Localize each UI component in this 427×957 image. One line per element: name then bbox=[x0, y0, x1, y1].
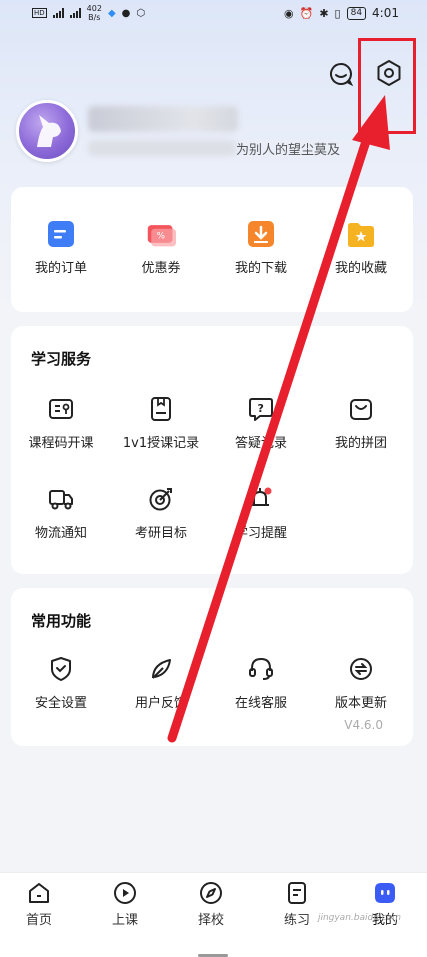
alarm-icon: ⏰ bbox=[299, 6, 314, 20]
update-icon bbox=[346, 654, 376, 684]
vibrate-icon: ▯ bbox=[334, 6, 341, 20]
common-functions-card: 常用功能 安全设置 用户反馈 在线客服 版本更新 V4.6.0 bbox=[11, 588, 413, 746]
profile-motto: 为别人的望尘莫及 bbox=[236, 143, 341, 158]
my-orders-item[interactable]: 我的订单 bbox=[11, 219, 111, 276]
security-settings-label: 安全设置 bbox=[34, 696, 87, 711]
user-feedback-label: 用户反馈 bbox=[134, 696, 187, 711]
lesson-record-label: 1v1授课记录 bbox=[122, 436, 200, 451]
course-code-icon bbox=[46, 394, 76, 424]
nav-class-label: 上课 bbox=[111, 913, 138, 928]
signal-icon bbox=[52, 8, 64, 18]
nav-home[interactable]: 首页 bbox=[4, 881, 74, 928]
coupon-icon: % bbox=[146, 219, 176, 249]
course-code-label: 课程码开课 bbox=[28, 436, 94, 451]
signal-icon-2 bbox=[69, 8, 81, 18]
network-unit: B/s bbox=[88, 13, 101, 22]
practice-doc-icon bbox=[288, 882, 306, 904]
clock-time: 4:01 bbox=[372, 6, 399, 20]
user-feedback-item[interactable]: 用户反馈 bbox=[111, 654, 211, 711]
profile-mascot-icon bbox=[375, 883, 395, 903]
settings-highlight-box bbox=[358, 38, 416, 134]
my-downloads-label: 我的下载 bbox=[234, 261, 287, 276]
coupon-item[interactable]: % 优惠券 bbox=[111, 219, 211, 276]
group-buy-icon bbox=[346, 394, 376, 424]
unicorn-avatar-icon bbox=[37, 115, 61, 147]
exam-target-label: 考研目标 bbox=[134, 526, 187, 541]
status-bar: HD 402 B/s ◆ ● ⬡ ◉ ⏰ ✱ ▯ 84 4:01 bbox=[0, 0, 427, 28]
hd-badge: HD bbox=[32, 8, 47, 18]
bluetooth-icon: ✱ bbox=[319, 6, 329, 20]
network-speed: 402 bbox=[86, 4, 102, 13]
security-settings-item[interactable]: 安全设置 bbox=[11, 654, 111, 711]
orders-card: 我的订单 % 优惠券 我的下载 我的收藏 bbox=[11, 187, 413, 312]
reminder-bell-icon bbox=[246, 484, 276, 514]
version-update-item[interactable]: 版本更新 bbox=[311, 654, 411, 711]
nav-school-label: 择校 bbox=[197, 913, 224, 928]
qa-record-icon: ? bbox=[246, 394, 276, 424]
my-favorites-item[interactable]: 我的收藏 bbox=[311, 219, 411, 276]
group-buy-label: 我的拼团 bbox=[334, 436, 387, 451]
group-buy-item[interactable]: 我的拼团 bbox=[311, 394, 411, 451]
message-status-icon: ● bbox=[121, 7, 131, 19]
home-icon bbox=[29, 883, 49, 903]
username-blurred bbox=[88, 106, 238, 132]
online-service-item[interactable]: 在线客服 bbox=[211, 654, 311, 711]
message-button[interactable] bbox=[327, 60, 355, 88]
lesson-record-item[interactable]: 1v1授课记录 bbox=[111, 394, 211, 451]
svg-text:%: % bbox=[157, 231, 165, 241]
exam-target-item[interactable]: 考研目标 bbox=[111, 484, 211, 541]
nav-practice-label: 练习 bbox=[283, 913, 310, 928]
nav-class[interactable]: 上课 bbox=[90, 881, 160, 928]
play-icon bbox=[114, 882, 136, 904]
online-service-label: 在线客服 bbox=[234, 696, 287, 711]
app-version: V4.6.0 bbox=[344, 718, 383, 732]
logistics-item[interactable]: 物流通知 bbox=[11, 484, 111, 541]
logistics-truck-icon bbox=[46, 484, 76, 514]
coupon-label: 优惠券 bbox=[141, 261, 181, 276]
security-shield-icon bbox=[46, 654, 76, 684]
bottom-navigation: 首页 上课 择校 练习 我的 jingyan.baidu.com bbox=[0, 872, 427, 934]
watermark-text: jingyan.baidu.com bbox=[317, 913, 401, 923]
avatar[interactable] bbox=[16, 100, 78, 162]
svg-text:?: ? bbox=[258, 402, 264, 415]
gesture-bar bbox=[0, 934, 427, 957]
study-services-card: 学习服务 课程码开课 1v1授课记录 ? 答疑记录 我的拼团 物流通知 考研目标 bbox=[11, 326, 413, 574]
lesson-record-icon bbox=[146, 394, 176, 424]
target-icon bbox=[146, 484, 176, 514]
course-code-item[interactable]: 课程码开课 bbox=[11, 394, 111, 451]
study-services-title: 学习服务 bbox=[31, 350, 92, 368]
my-downloads-item[interactable]: 我的下载 bbox=[211, 219, 311, 276]
study-reminder-label: 学习提醒 bbox=[234, 526, 287, 541]
nav-school[interactable]: 择校 bbox=[176, 881, 246, 928]
message-bubble-icon bbox=[330, 62, 354, 87]
headset-icon bbox=[246, 654, 276, 684]
eye-icon: ◉ bbox=[284, 6, 294, 20]
version-update-label: 版本更新 bbox=[334, 696, 387, 711]
my-favorites-label: 我的收藏 bbox=[334, 261, 387, 276]
logistics-label: 物流通知 bbox=[34, 526, 87, 541]
battery-indicator: 84 bbox=[346, 6, 367, 20]
nav-home-label: 首页 bbox=[25, 913, 52, 928]
qa-record-label: 答疑记录 bbox=[234, 436, 287, 451]
compass-icon bbox=[200, 882, 222, 904]
app-status-icon: ⬡ bbox=[136, 7, 146, 19]
study-reminder-item[interactable]: 学习提醒 bbox=[211, 484, 311, 541]
shield-status-icon: ◆ bbox=[107, 7, 116, 19]
download-icon bbox=[246, 219, 276, 249]
motto-blurred bbox=[88, 140, 236, 156]
qa-record-item[interactable]: ? 答疑记录 bbox=[211, 394, 311, 451]
favorite-folder-icon bbox=[346, 219, 376, 249]
order-icon bbox=[46, 219, 76, 249]
feedback-leaf-icon bbox=[146, 654, 176, 684]
my-orders-label: 我的订单 bbox=[34, 261, 87, 276]
common-functions-title: 常用功能 bbox=[31, 612, 92, 630]
